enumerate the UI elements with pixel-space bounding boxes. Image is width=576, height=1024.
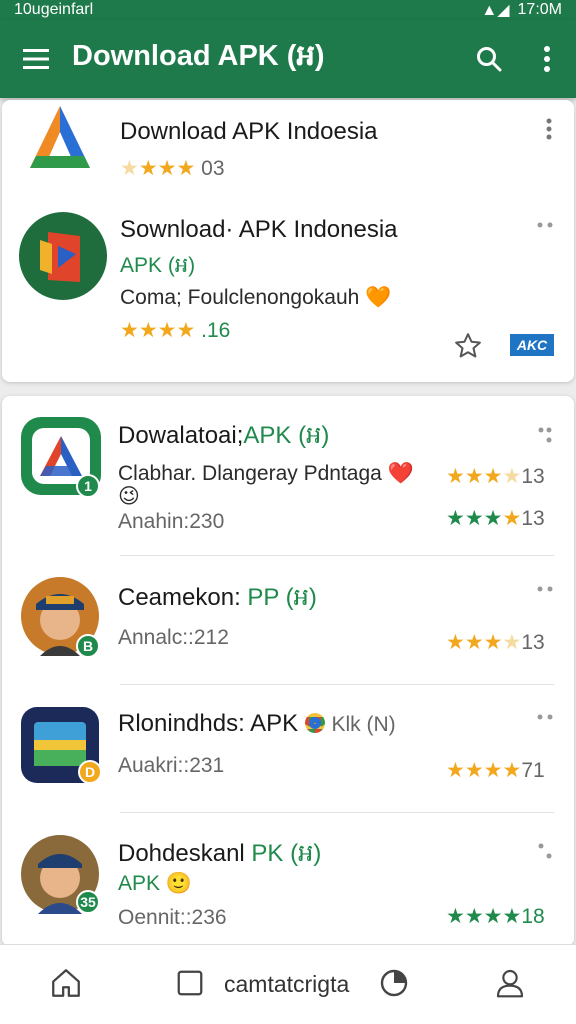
app-title: Dohdeskanl PK (អ) [118, 838, 321, 873]
rating-value: 18 [521, 905, 545, 928]
app-title: Ceamekon: PP (អ) [118, 582, 317, 617]
overflow-menu-button[interactable] [518, 20, 576, 98]
rating-stars: ★★★★71 [446, 759, 545, 782]
signal-icon: ▲◢ [481, 2, 510, 19]
nav-label[interactable]: camtatcrigta [224, 971, 349, 998]
search-button[interactable] [460, 20, 518, 98]
item-more-button[interactable] [534, 214, 556, 236]
list-item[interactable]: B Ceamekon: PP (អ) Annalc::212 ★★★★13 [2, 556, 574, 684]
app-badge: 35 [76, 890, 100, 914]
title-prefix: Rlonindhds: APK [118, 710, 299, 737]
item-more-button[interactable] [534, 578, 556, 600]
app-meta: Auakri::231 [118, 754, 225, 777]
more-horizontal-icon [537, 222, 553, 228]
app-badge: 1 [76, 474, 100, 498]
app-meta: Oennit::236 [118, 906, 227, 929]
home-icon [52, 969, 80, 997]
rating-value: 13 [521, 631, 545, 654]
app-meta: Annalc::212 [118, 626, 229, 649]
featured-item[interactable]: Download APK Indoesia ★★★★ 03 [2, 100, 574, 200]
app-bar: Download APK (អ) [0, 20, 576, 98]
app-icon [18, 210, 108, 307]
title-prefix: Ceamekon: [118, 584, 241, 611]
rating-value: 13 [521, 465, 545, 488]
app-title: Download APK Indoesia [120, 118, 378, 145]
app-list-card: 1 Dowalatoai;APK (អ) Clabhar. Dlangeray … [2, 396, 574, 946]
list-item[interactable]: 1 Dowalatoai;APK (អ) Clabhar. Dlangeray … [2, 396, 574, 556]
app-tag: APK (អ) [120, 254, 196, 277]
status-left-text: 10ugeinfarl [14, 1, 94, 18]
rating-stars: ★★★★ 03 [120, 157, 225, 180]
more-horizontal-icon [537, 714, 553, 720]
square-icon [177, 970, 203, 996]
app-title: Dowalatoai;APK (អ) [118, 420, 329, 455]
app-meta: Anahin:230 [118, 510, 225, 533]
rating-value: 71 [521, 759, 545, 782]
rating-stars: ★★★★18 [446, 905, 545, 928]
menu-button[interactable] [0, 20, 72, 98]
page-title: Download APK (អ) [72, 40, 325, 72]
app-icon [22, 102, 98, 179]
title-suffix: Klk (N) [331, 713, 396, 736]
list-item[interactable]: 35 Dohdeskanl PK (អ) APK 🙂 Oennit::236 ★… [2, 812, 574, 946]
app-title: Rlonindhds: APK Klk (N) [118, 710, 396, 738]
more-vertical-icon [544, 46, 550, 72]
app-tag: APK 🙂 [118, 872, 193, 895]
item-more-button[interactable] [534, 424, 556, 446]
rating-stars: ★★★★13 [446, 465, 545, 488]
nav-updates[interactable] [374, 963, 414, 1003]
featured-card: Download APK Indoesia ★★★★ 03 Sownload· … [2, 100, 574, 382]
item-more-button[interactable] [534, 840, 556, 862]
title-suffix: APK (អ) [243, 422, 330, 449]
item-more-button[interactable] [538, 118, 560, 140]
rating-value: .16 [201, 319, 231, 342]
chrome-icon [304, 713, 325, 733]
rating-stars: ★★★★ .16 [120, 319, 231, 342]
rating-value: 03 [201, 157, 225, 180]
app-badge: D [78, 760, 102, 784]
app-title: Sownload· APK Indonesia [120, 216, 398, 243]
item-more-button[interactable] [534, 706, 556, 728]
clock-icon [380, 969, 408, 997]
rating-value: 13 [521, 507, 545, 530]
favorite-button[interactable] [452, 330, 484, 362]
nav-home[interactable] [46, 963, 86, 1003]
featured-item[interactable]: Sownload· APK Indonesia APK (អ) Coma; Fo… [2, 200, 574, 382]
title-suffix: PK (អ) [251, 840, 322, 867]
more-horizontal-icon [537, 586, 553, 592]
search-icon [477, 47, 502, 72]
list-item[interactable]: D Rlonindhds: APK Klk (N) Auakri::231 ★★… [2, 684, 574, 812]
person-icon [496, 969, 524, 998]
title-prefix: Dohdeskanl [118, 840, 245, 867]
more-icon [538, 843, 552, 859]
app-description: Coma; Foulclenongokauh 🧡 [120, 286, 392, 309]
rating-stars-secondary: ★★★★13 [446, 507, 545, 530]
title-suffix: PP (អ) [247, 584, 317, 611]
hamburger-icon [23, 49, 49, 69]
emoji: 😉 [118, 485, 140, 508]
nav-profile[interactable] [490, 963, 530, 1003]
app-description: Clabhar. Dlangeray Pdntaga ❤️ [118, 462, 414, 485]
more-vertical-icon [546, 118, 552, 140]
apk-badge[interactable]: AKC [510, 334, 554, 356]
rating-stars: ★★★★13 [446, 631, 545, 654]
status-bar: 10ugeinfarl ▲◢ 17:0M [0, 0, 576, 20]
app-badge: B [76, 634, 100, 658]
star-outline-icon [455, 333, 481, 358]
status-icons: ▲◢ 17:0M [481, 0, 562, 20]
more-icon [538, 427, 552, 443]
nav-apps[interactable] [170, 963, 210, 1003]
bottom-nav: camtatcrigta [0, 944, 576, 1024]
title-prefix: Dowalatoai; [118, 422, 244, 449]
status-time: 17:0M [517, 1, 562, 18]
